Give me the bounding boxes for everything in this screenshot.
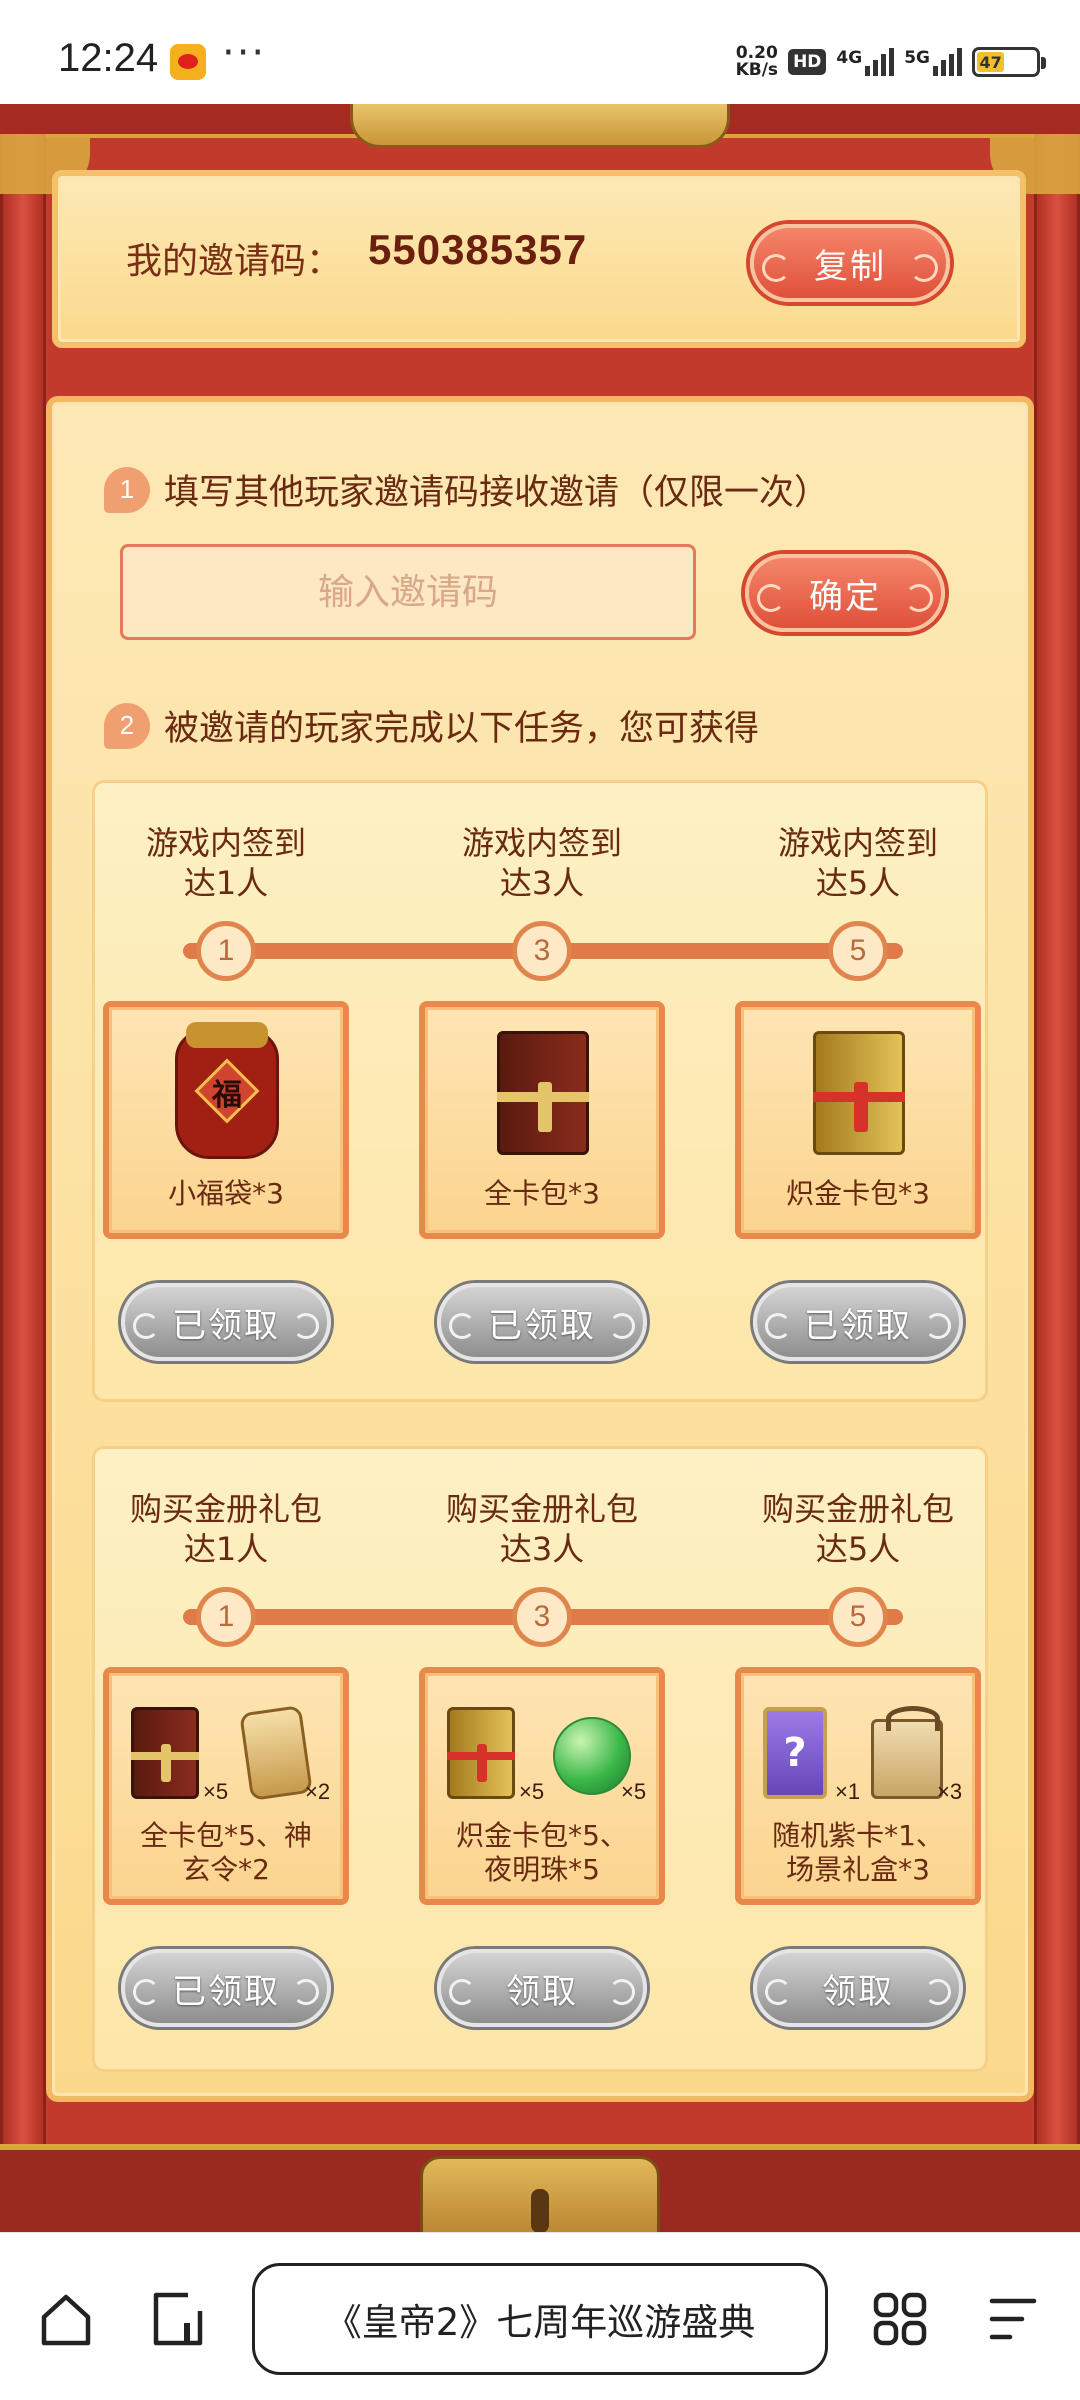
quantity-label: ×3 <box>937 1779 963 1804</box>
gift-box-icon <box>871 1706 943 1799</box>
milestone-title: 游戏内签到 达3人 <box>461 824 622 902</box>
confirm-button[interactable]: 确定 <box>745 554 945 632</box>
left-pillar <box>0 134 46 2154</box>
reward-card: ×5 ×5 炽金卡包*5、 夜明珠*5 <box>419 1667 665 1905</box>
signal-5g-icon: 5G <box>904 48 962 76</box>
step-2-header: 2 被邀请的玩家完成以下任务，您可获得 <box>104 700 759 751</box>
claimed-button[interactable]: 已领取 <box>437 1283 647 1361</box>
card-pack-icon <box>497 1031 589 1155</box>
signal-4g-icon: 4G <box>836 48 895 76</box>
network-speed: 0.20 KB/s <box>735 43 779 80</box>
home-icon[interactable] <box>36 2289 96 2349</box>
milestone-node: 3 <box>512 921 572 981</box>
claim-button[interactable]: 领取 <box>437 1949 647 2027</box>
milestone-node: 5 <box>828 921 888 981</box>
copy-button[interactable]: 复制 <box>750 224 950 302</box>
reward-label: 全卡包*3 <box>484 1177 600 1210</box>
weibo-notification-icon <box>170 44 206 80</box>
reward-card: 福 小福袋*3 <box>103 1001 349 1239</box>
status-indicators: 0.20 KB/s HD 4G 5G 47 <box>735 40 1046 84</box>
right-pillar <box>1034 134 1080 2154</box>
token-icon <box>239 1705 313 1801</box>
more-notifications-icon: ··· <box>222 30 267 76</box>
reward-label: 炽金卡包*3 <box>786 1177 930 1210</box>
step-number-badge: 1 <box>104 466 150 513</box>
reward-card: 全卡包*3 <box>419 1001 665 1239</box>
step-number-badge: 2 <box>104 702 150 749</box>
status-bar: 12:24 ··· 0.20 KB/s HD 4G 5G 47 <box>0 0 1080 104</box>
battery-icon: 47 <box>972 47 1046 77</box>
tabs-icon[interactable] <box>148 2289 208 2349</box>
quantity-label: ×5 <box>203 1779 229 1804</box>
quantity-label: ×5 <box>621 1779 647 1804</box>
frame-top-ornament <box>350 104 730 148</box>
lock-ornament <box>420 2156 660 2240</box>
milestone-title: 购买金册礼包 达1人 <box>129 1490 322 1568</box>
milestone-title: 购买金册礼包 达5人 <box>761 1490 954 1568</box>
purchase-task-group: 购买金册礼包 达1人 购买金册礼包 达3人 购买金册礼包 达5人 1 3 5 ×… <box>92 1446 988 2072</box>
reward-card: ×5 ×2 全卡包*5、神 玄令*2 <box>103 1667 349 1905</box>
milestone-title: 游戏内签到 达1人 <box>145 824 306 902</box>
status-time: 12:24 <box>58 36 159 80</box>
step-1-header: 1 填写其他玩家邀请码接收邀请（仅限一次） <box>104 464 829 515</box>
invite-code-input[interactable] <box>120 544 696 640</box>
quantity-label: ×2 <box>305 1779 331 1804</box>
gold-card-pack-icon <box>447 1707 515 1799</box>
mystery-purple-card-icon: ? <box>763 1707 827 1799</box>
card-pack-icon <box>131 1707 199 1799</box>
reward-label: 小福袋*3 <box>168 1177 284 1210</box>
step-2-text: 被邀请的玩家完成以下任务，您可获得 <box>164 709 760 749</box>
reward-label: 炽金卡包*5、 夜明珠*5 <box>456 1819 628 1886</box>
checkin-task-group: 游戏内签到 达1人 游戏内签到 达3人 游戏内签到 达5人 1 3 5 福 小福… <box>92 780 988 1402</box>
hd-voice-icon: HD <box>788 49 827 75</box>
night-pearl-icon <box>553 1717 631 1795</box>
address-bar-title[interactable]: 《皇帝2》七周年巡游盛典 <box>252 2263 828 2375</box>
quantity-label: ×5 <box>519 1779 545 1804</box>
lucky-bag-icon: 福 <box>175 1022 279 1159</box>
gold-card-pack-icon <box>813 1031 905 1155</box>
claimed-button[interactable]: 已领取 <box>753 1283 963 1361</box>
invite-code-value: 550385357 <box>368 226 588 273</box>
milestone-title: 游戏内签到 达5人 <box>777 824 938 902</box>
step-1-text: 填写其他玩家邀请码接收邀请（仅限一次） <box>164 473 830 513</box>
reward-card: 炽金卡包*3 <box>735 1001 981 1239</box>
reward-label: 全卡包*5、神 玄令*2 <box>140 1819 312 1886</box>
menu-icon[interactable] <box>982 2289 1042 2349</box>
reward-card: ? ×1 ×3 随机紫卡*1、 场景礼盒*3 <box>735 1667 981 1905</box>
milestone-node: 5 <box>828 1587 888 1647</box>
invite-code-label: 我的邀请码： <box>126 241 343 282</box>
claimed-button[interactable]: 已领取 <box>121 1949 331 2027</box>
reward-label: 随机紫卡*1、 场景礼盒*3 <box>772 1819 944 1886</box>
apps-grid-icon[interactable] <box>870 2289 930 2349</box>
quantity-label: ×1 <box>835 1779 861 1804</box>
milestone-title: 购买金册礼包 达3人 <box>445 1490 638 1568</box>
browser-bottom-bar: 《皇帝2》七周年巡游盛典 <box>0 2232 1080 2400</box>
claimed-button[interactable]: 已领取 <box>121 1283 331 1361</box>
milestone-node: 1 <box>196 1587 256 1647</box>
claim-button[interactable]: 领取 <box>753 1949 963 2027</box>
milestone-node: 3 <box>512 1587 572 1647</box>
milestone-node: 1 <box>196 921 256 981</box>
frame-bottom-beam <box>0 2144 1080 2240</box>
